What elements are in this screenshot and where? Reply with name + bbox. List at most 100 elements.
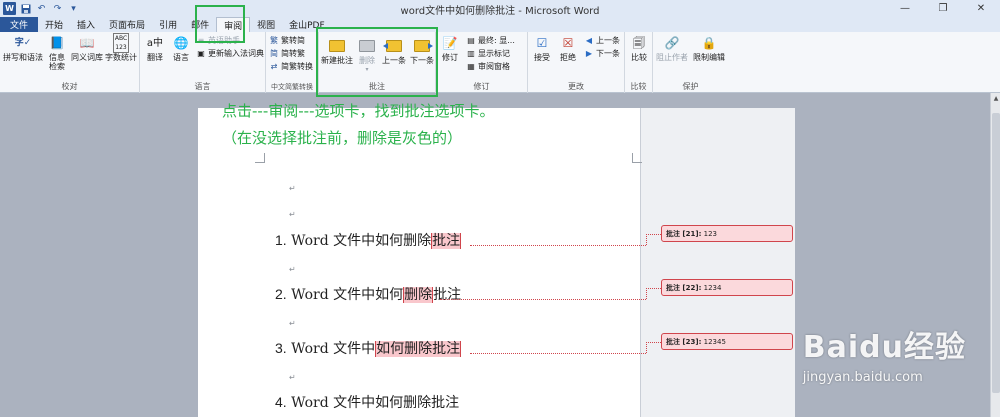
minimize-icon: — — [900, 3, 910, 14]
group-label-proofing: 校对 — [61, 82, 78, 91]
trad-to-simp-button[interactable]: 繁繁转简 — [269, 35, 305, 46]
paragraph-mark: ↵ — [289, 184, 296, 193]
paragraph-mark: ↵ — [289, 265, 296, 274]
markup-margin-pane — [640, 108, 795, 417]
annotation-text: （在没选择批注前，删除是灰色的） — [222, 129, 463, 147]
track-changes-icon: 📝 — [442, 35, 458, 50]
review-display-icon: ▤ — [467, 36, 475, 45]
ribbon-tab-row: 文件 开始 插入 页面布局 引用 邮件 审阅 视图 金山PDF — [0, 17, 1000, 32]
block-authors-button[interactable]: 🔗 阻止作者 — [655, 35, 689, 63]
comment-balloon[interactable]: 批注 [23]: 12345 — [661, 333, 793, 350]
restore-icon: ❐ — [938, 3, 948, 14]
close-icon: ✕ — [976, 3, 986, 14]
watermark-brand: Baidu经验 — [802, 330, 966, 365]
paragraph-mark: ↵ — [289, 210, 296, 219]
comment-connector — [646, 342, 647, 353]
review-pane-button[interactable]: ▦ 审阅窗格 — [466, 61, 510, 72]
restrict-editing-button[interactable]: 🔒 限制编辑 — [691, 35, 727, 63]
paragraph-mark: ↵ — [289, 373, 296, 382]
display-for-review-dropdown[interactable]: ▤ 最终: 显... — [466, 35, 515, 46]
tab-references[interactable]: 引用 — [152, 17, 184, 32]
group-label-protect: 保护 — [682, 82, 699, 91]
scroll-up-icon[interactable]: ▲ — [992, 95, 1000, 103]
lock-document-icon: 🔒 — [701, 35, 717, 50]
simp-trad-icon: 简 — [270, 49, 278, 58]
globe-icon: 🌐 — [173, 35, 189, 50]
show-markup-button[interactable]: ▥ 显示标记 — [466, 48, 510, 59]
comment-connector — [440, 299, 646, 300]
paragraph-mark: ↵ — [289, 319, 296, 328]
accept-button[interactable]: ☑ 接受 — [530, 35, 554, 63]
group-label-chinese: 中文简繁转换 — [271, 83, 313, 91]
tab-page-layout[interactable]: 页面布局 — [102, 17, 152, 32]
language-button[interactable]: 🌐 语言 — [169, 35, 193, 63]
tab-insert[interactable]: 插入 — [70, 17, 102, 32]
undo-icon[interactable]: ↶ — [35, 2, 48, 15]
group-changes: ☑ 接受 ☒ 拒绝 ◀ 上一条 ▶ 下一条 更改 — [528, 32, 625, 93]
compare-button[interactable]: 🗐 比较 — [627, 35, 651, 63]
next-change-icon: ▶ — [585, 49, 593, 58]
ribbon: 字✓ 拼写和语法 📘 信息 检索 📖 同义词库 ABC 123 字数统计 校对 a… — [0, 32, 1000, 93]
block-authors-icon: 🔗 — [664, 35, 680, 50]
quick-access-toolbar: W ↶ ↷ ▾ — [0, 0, 80, 17]
list-item[interactable]: 2. Word 文件中如何删除批注 — [275, 284, 461, 304]
previous-change-icon: ◀ — [585, 36, 593, 45]
book-icon: 📖 — [79, 35, 95, 50]
word-app-icon[interactable]: W — [3, 2, 16, 15]
markup-icon: ▥ — [467, 49, 475, 58]
compare-icon: 🗐 — [633, 35, 645, 50]
comment-balloon[interactable]: 批注 [22]: 1234 — [661, 279, 793, 296]
spelling-icon: 字✓ — [14, 37, 32, 48]
previous-change-button[interactable]: ◀ 上一条 — [584, 35, 620, 46]
save-icon[interactable] — [19, 2, 32, 15]
group-proofing: 字✓ 拼写和语法 📘 信息 检索 📖 同义词库 ABC 123 字数统计 校对 — [0, 32, 140, 93]
word-count-button[interactable]: ABC 123 字数统计 — [104, 33, 138, 62]
list-item[interactable]: 4. Word 文件中如何删除批注 — [275, 392, 459, 412]
reject-icon: ☒ — [562, 35, 574, 50]
spelling-grammar-button[interactable]: 字✓ 拼写和语法 — [2, 35, 44, 62]
group-protect: 🔗 阻止作者 🔒 限制编辑 保护 — [653, 32, 728, 93]
tab-file[interactable]: 文件 — [0, 17, 39, 32]
comment-connector — [646, 288, 661, 289]
translate-button[interactable]: a中 翻译 — [143, 35, 167, 62]
reject-button[interactable]: ☒ 拒绝 — [556, 35, 580, 63]
watermark-url: jingyan.baidu.com — [802, 370, 923, 385]
title-bar: W ↶ ↷ ▾ word文件中如何删除批注 - Microsoft Word —… — [0, 0, 1000, 17]
tab-view[interactable]: 视图 — [250, 17, 282, 32]
thesaurus-button[interactable]: 📖 同义词库 — [70, 35, 104, 63]
annotation-text: 点击---审阅---选项卡，找到批注选项卡。 — [222, 102, 495, 120]
tab-home[interactable]: 开始 — [38, 17, 70, 32]
word-count-icon: ABC 123 — [112, 33, 130, 53]
simp-to-trad-button[interactable]: 简简转繁 — [269, 48, 305, 59]
commented-text[interactable]: 如何删除批注 — [375, 341, 462, 357]
restore-button[interactable]: ❐ — [924, 0, 962, 17]
scroll-thumb[interactable] — [992, 113, 1000, 393]
window-title: word文件中如何删除批注 - Microsoft Word — [400, 6, 600, 17]
group-tracking: 📝 修订 ▤ 最终: 显... ▥ 显示标记 ▦ 审阅窗格 修订 — [436, 32, 528, 93]
customize-toolbar-icon[interactable]: ▾ — [67, 2, 80, 15]
minimize-button[interactable]: — — [886, 0, 924, 17]
annotation-box-review-tab — [195, 5, 245, 43]
update-ime-dictionary-button[interactable]: ▣ 更新输入法词典 — [196, 48, 264, 59]
track-changes-button[interactable]: 📝 修订 — [438, 35, 462, 63]
vertical-scrollbar[interactable]: ▲ — [990, 93, 1000, 417]
close-button[interactable]: ✕ — [962, 0, 1000, 17]
comment-connector — [646, 288, 647, 299]
annotation-box-comments-group — [316, 27, 438, 97]
comment-connector — [646, 234, 661, 235]
list-item[interactable]: 1. Word 文件中如何删除批注 — [275, 230, 462, 250]
group-label-language: 语言 — [194, 82, 211, 91]
crop-mark — [255, 153, 265, 163]
list-item[interactable]: 3. Word 文件中如何删除批注 — [275, 338, 462, 358]
comment-connector — [470, 353, 646, 354]
research-button[interactable]: 📘 信息 检索 — [46, 35, 68, 72]
redo-icon[interactable]: ↷ — [51, 2, 64, 15]
accept-icon: ☑ — [536, 35, 548, 50]
commented-text[interactable]: 删除 — [403, 287, 434, 303]
next-change-button[interactable]: ▶ 下一条 — [584, 48, 620, 59]
comment-connector — [646, 342, 661, 343]
comment-balloon[interactable]: 批注 [21]: 123 — [661, 225, 793, 242]
translate-icon: a中 — [146, 37, 164, 49]
commented-text[interactable]: 批注 — [431, 233, 462, 249]
chinese-convert-button[interactable]: ⇄ 简繁转换 — [269, 61, 313, 72]
